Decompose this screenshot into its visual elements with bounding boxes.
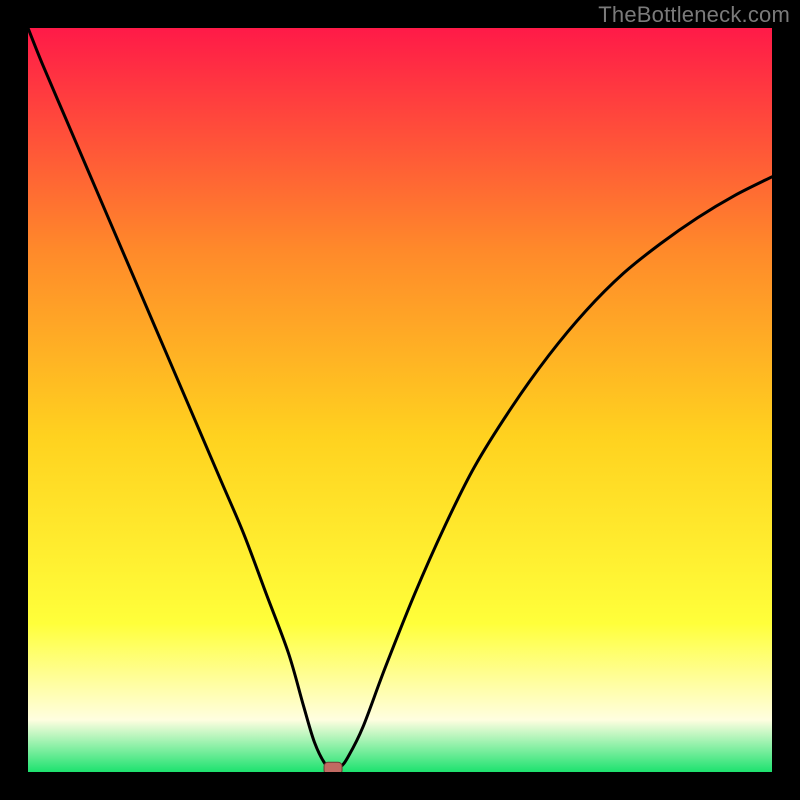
chart-frame: TheBottleneck.com <box>0 0 800 800</box>
optimal-point-marker <box>324 762 342 772</box>
chart-svg <box>28 28 772 772</box>
gradient-background <box>28 28 772 772</box>
watermark-text: TheBottleneck.com <box>598 2 790 28</box>
plot-area <box>28 28 772 772</box>
